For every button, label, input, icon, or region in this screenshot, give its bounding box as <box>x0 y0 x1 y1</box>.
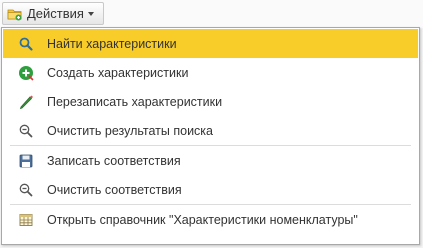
actions-dropdown-menu: Найти характеристики Создать характерист… <box>1 27 420 245</box>
menu-item-open-catalog[interactable]: Открыть справочник "Характеристики номен… <box>3 205 418 234</box>
search-clear-icon <box>18 123 34 139</box>
menu-item-label: Записать соответствия <box>47 153 181 168</box>
menu-item-clear-search-results[interactable]: Очистить результаты поиска <box>3 116 418 145</box>
menu-item-find-characteristics[interactable]: Найти характеристики <box>3 29 418 58</box>
actions-button-label: Действия <box>27 6 84 21</box>
pencil-icon <box>18 94 34 110</box>
menu-item-rewrite-characteristics[interactable]: Перезаписать характеристики <box>3 87 418 116</box>
window: Действия Найти характеристики Создать ха… <box>0 0 423 248</box>
menu-item-label: Перезаписать характеристики <box>47 94 223 109</box>
toolbar: Действия <box>0 0 423 28</box>
menu-item-save-mappings[interactable]: Записать соответствия <box>3 146 418 175</box>
menu-item-label: Очистить соответствия <box>47 182 182 197</box>
folder-actions-icon <box>7 6 23 22</box>
table-icon <box>18 212 34 228</box>
menu-item-clear-mappings[interactable]: Очистить соответствия <box>3 175 418 204</box>
chevron-down-icon <box>87 11 94 16</box>
search-clear-icon <box>18 182 34 198</box>
menu-item-label: Очистить результаты поиска <box>47 123 214 138</box>
save-icon <box>18 153 34 169</box>
menu-item-create-characteristics[interactable]: Создать характеристики <box>3 58 418 87</box>
add-green-icon <box>18 65 34 81</box>
menu-item-label: Найти характеристики <box>47 36 177 51</box>
search-icon <box>18 36 34 52</box>
menu-item-label: Создать характеристики <box>47 65 189 80</box>
actions-button[interactable]: Действия <box>2 2 104 25</box>
menu-item-label: Открыть справочник "Характеристики номен… <box>47 212 358 227</box>
